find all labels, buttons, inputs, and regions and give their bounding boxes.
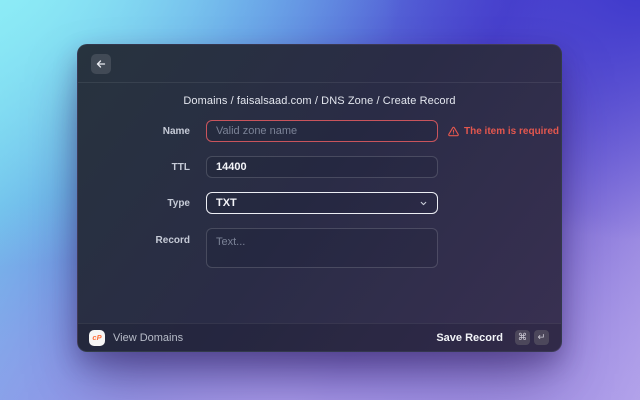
name-label: Name [162,125,190,137]
cpanel-logo-icon: cP [89,329,105,346]
chevron-down-icon [420,201,427,205]
create-record-modal: Domains / faisalsaad.com / DNS Zone / Cr… [77,44,562,352]
footer-left: cP View Domains [89,329,183,346]
command-key-icon: ⌘ [515,330,530,345]
record-field-row: Record [78,228,561,268]
modal-footer: cP View Domains Save Record ⌘ ↵ [78,323,561,351]
view-domains-link[interactable]: View Domains [113,332,183,344]
alert-triangle-icon [448,126,459,136]
record-textarea[interactable] [206,228,438,268]
breadcrumb: Domains / faisalsaad.com / DNS Zone / Cr… [183,95,456,107]
ttl-input[interactable] [206,156,438,178]
modal-header [78,45,561,83]
return-key-icon: ↵ [534,330,549,345]
ttl-field-row: TTL [78,156,561,178]
modal-body: Domains / faisalsaad.com / DNS Zone / Cr… [78,83,561,323]
record-label: Record [155,235,190,246]
name-input[interactable] [206,120,438,142]
type-select[interactable]: TXT [206,192,438,214]
name-error-text: The item is required [464,125,560,137]
type-field-row: Type TXT [78,192,561,214]
arrow-left-icon [96,59,106,68]
back-button[interactable] [91,53,111,74]
footer-right: Save Record ⌘ ↵ [436,330,549,345]
name-error: The item is required [448,126,559,137]
type-selected-value: TXT [216,197,237,209]
save-record-button[interactable]: Save Record [436,332,503,344]
ttl-label: TTL [171,161,190,173]
type-label: Type [167,197,190,209]
create-record-form: Name The item is required TTL Type TXT [78,120,561,268]
name-field-row: Name The item is required [78,120,561,142]
